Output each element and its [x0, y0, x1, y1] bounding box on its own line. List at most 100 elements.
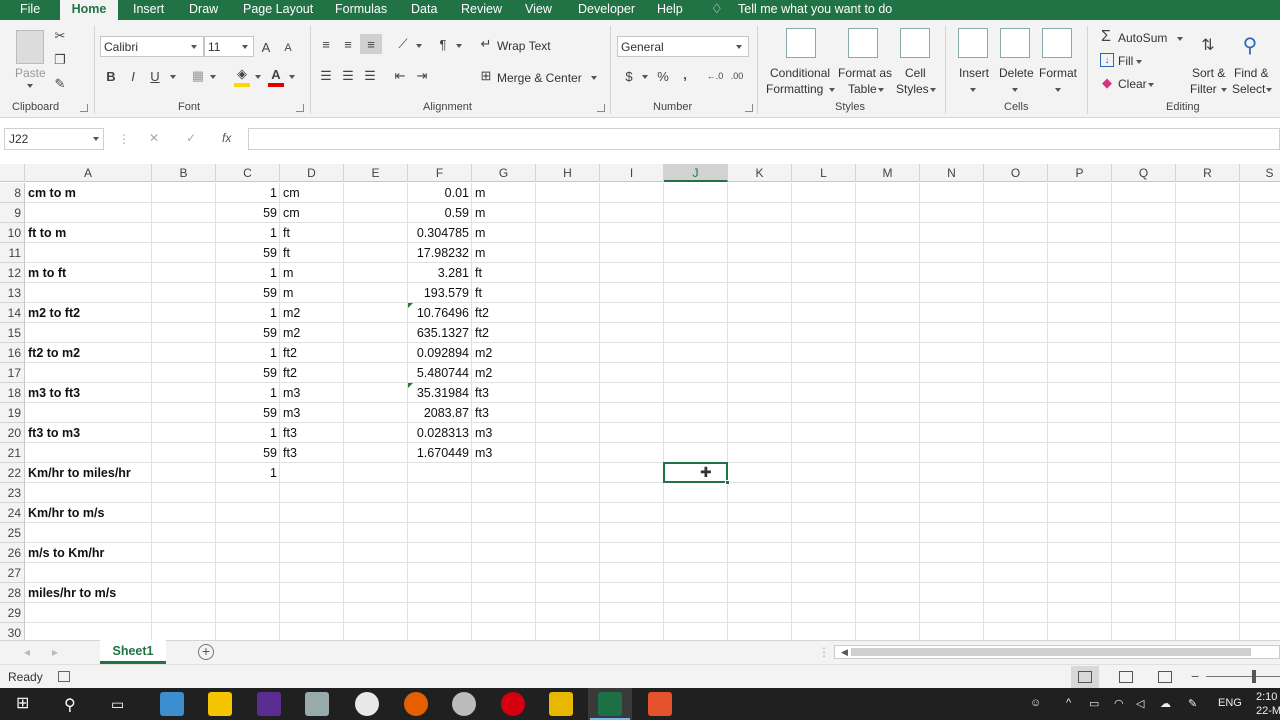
column-header-n[interactable]: N	[920, 164, 984, 182]
cell-f12[interactable]: 3.281	[411, 263, 469, 283]
decrease-decimal-icon[interactable]: .00	[728, 68, 746, 84]
page-layout-view-icon[interactable]	[1119, 671, 1133, 683]
paste-icon[interactable]	[16, 30, 44, 64]
format-cells-icon[interactable]	[1042, 28, 1072, 58]
cell-d13[interactable]: m	[283, 283, 341, 303]
horizontal-scrollbar[interactable]: ◀	[834, 645, 1280, 659]
chrome-icon[interactable]	[355, 692, 379, 716]
font-size-box[interactable]: 11	[204, 36, 254, 57]
increase-decimal-icon[interactable]: ←.0	[706, 68, 724, 84]
column-header-l[interactable]: L	[792, 164, 856, 182]
tray-expand-icon[interactable]: ^	[1066, 697, 1071, 709]
volume-icon[interactable]: ◁	[1136, 697, 1144, 710]
pen-icon[interactable]: ✎	[1188, 697, 1197, 710]
decrease-indent-icon[interactable]: ⇤	[392, 68, 408, 84]
align-left-icon[interactable]: ☰	[318, 68, 334, 84]
currency-button[interactable]: $	[622, 68, 636, 84]
find-select-button[interactable]: Find &	[1234, 66, 1269, 80]
row-header[interactable]: 26	[0, 543, 25, 563]
cell-c16[interactable]: 1	[219, 343, 277, 363]
cell-d12[interactable]: m	[283, 263, 341, 283]
column-header-b[interactable]: B	[152, 164, 216, 182]
cell-d9[interactable]: cm	[283, 203, 341, 223]
clear-button[interactable]: Clear	[1118, 77, 1147, 91]
top-align-icon[interactable]: ≡	[318, 36, 334, 52]
column-header-c[interactable]: C	[216, 164, 280, 182]
format-painter-icon[interactable]: ✎	[52, 76, 68, 92]
clear-icon[interactable]: ◆	[1100, 75, 1114, 90]
clock-time[interactable]: 2:10	[1256, 691, 1277, 703]
row-header[interactable]: 11	[0, 243, 25, 263]
file-explorer-icon[interactable]	[549, 692, 573, 716]
cell-a22[interactable]: Km/hr to miles/hr	[28, 463, 228, 483]
cell-f16[interactable]: 0.092894	[411, 343, 469, 363]
page-break-view-icon[interactable]	[1158, 671, 1172, 683]
cell-d18[interactable]: m3	[283, 383, 341, 403]
wrap-text-icon[interactable]: ↵	[478, 36, 494, 52]
number-format-box[interactable]: General	[617, 36, 749, 57]
cell-a12[interactable]: m to ft	[28, 263, 228, 283]
cell-a24[interactable]: Km/hr to m/s	[28, 503, 228, 523]
sheet-tab-sheet1[interactable]: Sheet1	[100, 640, 166, 664]
copy-icon[interactable]: ❐	[52, 52, 68, 68]
cell-c11[interactable]: 59	[219, 243, 277, 263]
row-header[interactable]: 20	[0, 423, 25, 443]
cell-d14[interactable]: m2	[283, 303, 341, 323]
app-icon-3[interactable]	[257, 692, 281, 716]
italic-button[interactable]: I	[126, 68, 140, 84]
cell-f15[interactable]: 635.1327	[411, 323, 469, 343]
cell-a18[interactable]: m3 to ft3	[28, 383, 228, 403]
cancel-icon[interactable]: ✕	[149, 131, 159, 145]
font-name-box[interactable]: Calibri	[100, 36, 204, 57]
merge-center-button[interactable]: Merge & Center	[497, 71, 582, 85]
row-header[interactable]: 17	[0, 363, 25, 383]
column-header-h[interactable]: H	[536, 164, 600, 182]
percent-button[interactable]: %	[656, 68, 670, 84]
cell-c15[interactable]: 59	[219, 323, 277, 343]
app-icon-1[interactable]	[160, 692, 184, 716]
cell-d21[interactable]: ft3	[283, 443, 341, 463]
row-header[interactable]: 30	[0, 623, 25, 640]
select-all-corner[interactable]	[0, 164, 25, 182]
row-header[interactable]: 9	[0, 203, 25, 223]
cut-icon[interactable]: ✂	[52, 28, 68, 44]
autosum-button[interactable]: AutoSum	[1118, 31, 1167, 45]
cell-g13[interactable]: ft	[475, 283, 533, 303]
cell-f19[interactable]: 2083.87	[411, 403, 469, 423]
row-header[interactable]: 12	[0, 263, 25, 283]
column-header-m[interactable]: M	[856, 164, 920, 182]
wrap-text-button[interactable]: Wrap Text	[497, 39, 551, 53]
row-header[interactable]: 10	[0, 223, 25, 243]
format-cells-button[interactable]: Format	[1039, 66, 1077, 80]
cell-a16[interactable]: ft2 to m2	[28, 343, 228, 363]
onedrive-icon[interactable]: ☁	[1160, 697, 1171, 710]
error-indicator-icon[interactable]	[408, 383, 413, 388]
number-launcher-icon[interactable]	[745, 104, 753, 112]
sort-filter-icon[interactable]: ⇅	[1194, 30, 1222, 60]
windows-start-icon[interactable]: ⊞	[16, 696, 32, 713]
row-header[interactable]: 8	[0, 183, 25, 203]
row-header[interactable]: 24	[0, 503, 25, 523]
bold-button[interactable]: B	[104, 68, 118, 84]
cell-styles-button[interactable]: Cell	[905, 66, 926, 80]
zoom-out-icon[interactable]: −	[1191, 668, 1199, 684]
zoom-slider-thumb[interactable]	[1252, 670, 1256, 683]
row-header[interactable]: 16	[0, 343, 25, 363]
comma-button[interactable]: ,	[680, 66, 690, 82]
align-center-icon[interactable]: ☰	[340, 68, 356, 84]
horizontal-scroll-thumb[interactable]	[851, 648, 1251, 656]
firefox-icon[interactable]	[404, 692, 428, 716]
tab-page-layout[interactable]: Page Layout	[243, 0, 313, 20]
tab-data[interactable]: Data	[411, 0, 437, 20]
row-header[interactable]: 19	[0, 403, 25, 423]
opera-icon[interactable]	[501, 692, 525, 716]
insert-function-icon[interactable]: fx	[222, 131, 231, 145]
tab-formulas[interactable]: Formulas	[335, 0, 387, 20]
column-header-i[interactable]: I	[600, 164, 664, 182]
row-header[interactable]: 22	[0, 463, 25, 483]
cell-c12[interactable]: 1	[219, 263, 277, 283]
underline-button[interactable]: U	[148, 68, 162, 84]
cell-g18[interactable]: ft3	[475, 383, 533, 403]
merge-center-icon[interactable]: ⊞	[478, 68, 494, 84]
column-header-p[interactable]: P	[1048, 164, 1112, 182]
